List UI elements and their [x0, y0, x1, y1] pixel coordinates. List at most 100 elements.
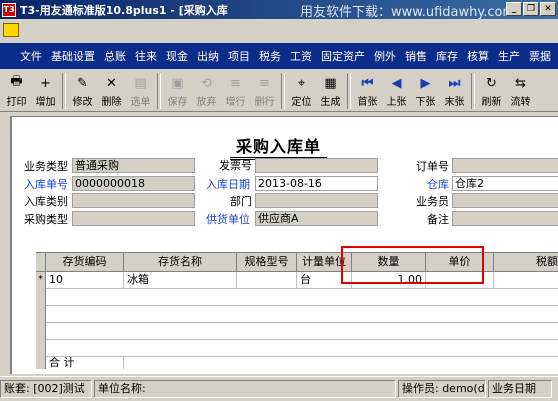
- generate-icon: ▦: [324, 75, 337, 91]
- unit-cell[interactable]: 台: [297, 272, 352, 289]
- table-row[interactable]: [36, 323, 558, 340]
- add-doc-button[interactable]: + 增加: [31, 72, 60, 110]
- window-controls: _ ❐ ✕: [506, 2, 556, 16]
- delete-button[interactable]: ✕ 删除: [97, 72, 126, 110]
- receipt-date-field[interactable]: 2013-08-16: [255, 176, 378, 191]
- delete-row-button[interactable]: ≡ 删行: [250, 72, 279, 110]
- receipt-no-label: 入库单号: [24, 178, 68, 191]
- document-icon[interactable]: [3, 23, 19, 37]
- save-button[interactable]: ▣ 保存: [163, 72, 192, 110]
- invoice-no-field[interactable]: [255, 158, 378, 173]
- toolbar-label: 修改: [72, 97, 93, 108]
- toolbar: 🖶 打印 + 增加 ✎ 修改 ✕ 删除 ▤ 选单 ▣ 保存 ⟲ 放弃 ≡ 增行 ≡ 删行 ⌖ 定位 ▦ 生成 ⏮ 首张 ◀ 上张 ▶…: [0, 72, 558, 112]
- refresh-icon: ↻: [486, 75, 497, 91]
- tax-cell[interactable]: [494, 272, 558, 289]
- row-marker: [36, 357, 46, 369]
- prev-button[interactable]: ◀ 上张: [382, 72, 411, 110]
- toolbar-label: 放弃: [196, 97, 217, 108]
- select-button[interactable]: ▤ 选单: [126, 72, 155, 110]
- menu-item[interactable]: 核算: [467, 48, 489, 64]
- prev-icon: ◀: [391, 75, 402, 91]
- toolbar-label: 首张: [357, 97, 378, 108]
- menu-item[interactable]: 库存: [436, 48, 458, 64]
- menu-item[interactable]: 总账: [104, 48, 126, 64]
- toolbar-label: 删除: [101, 97, 122, 108]
- flow-button[interactable]: ⇆ 流转: [506, 72, 535, 110]
- delete-row-icon: ≡: [259, 75, 270, 91]
- item-name-cell[interactable]: 冰箱: [124, 272, 237, 289]
- minimize-button[interactable]: _: [506, 2, 522, 16]
- menu-item[interactable]: 基础设置: [51, 48, 95, 64]
- menu-item[interactable]: 票据: [529, 48, 551, 64]
- restore-button[interactable]: ❐: [523, 2, 539, 16]
- last-button[interactable]: ⏭ 末张: [440, 72, 469, 110]
- receipt-category-field[interactable]: [72, 193, 195, 208]
- document-title: 采购入库单: [230, 133, 328, 160]
- items-table: 存货编码 存货名称 规格型号 计量单位 数量 单价 税额 * 10 冰箱 台 1…: [36, 252, 558, 369]
- column-header[interactable]: 存货名称: [124, 253, 237, 272]
- table-row[interactable]: [36, 289, 558, 306]
- save-icon: ▣: [171, 75, 184, 91]
- table-row[interactable]: * 10 冰箱 台 1.00: [36, 272, 558, 289]
- next-button[interactable]: ▶ 下张: [411, 72, 440, 110]
- menu-item[interactable]: 生产: [498, 48, 520, 64]
- status-bar: 账套: [002]测试 单位名称: 操作员: demo(de 业务日期: [0, 376, 558, 401]
- supplier-field[interactable]: 供应商A: [255, 211, 378, 226]
- first-button[interactable]: ⏮ 首张: [353, 72, 382, 110]
- business-type-field[interactable]: 普通采购: [72, 158, 195, 173]
- item-code-cell[interactable]: 10: [46, 272, 124, 289]
- department-field[interactable]: [255, 193, 378, 208]
- column-header[interactable]: 数量: [352, 253, 426, 272]
- toolbar-label: 流转: [510, 97, 531, 108]
- add-row-button[interactable]: ≡ 增行: [221, 72, 250, 110]
- toolbar-label: 保存: [167, 97, 188, 108]
- column-header[interactable]: 单价: [426, 253, 494, 272]
- menu-item[interactable]: 往来: [135, 48, 157, 64]
- row-marker: [36, 289, 46, 306]
- order-no-field[interactable]: [452, 158, 558, 173]
- menu-item[interactable]: 项目: [228, 48, 250, 64]
- table-row[interactable]: [36, 306, 558, 323]
- next-icon: ▶: [420, 75, 431, 91]
- column-header[interactable]: 计量单位: [297, 253, 352, 272]
- system-bar: [0, 19, 558, 43]
- generate-button[interactable]: ▦ 生成: [316, 72, 345, 110]
- remark-field[interactable]: [452, 211, 558, 226]
- receipt-date-label: 入库日期: [206, 178, 250, 191]
- menu-item[interactable]: 文件: [20, 48, 42, 64]
- row-marker: [36, 323, 46, 340]
- table-row[interactable]: [36, 340, 558, 357]
- spec-cell[interactable]: [237, 272, 297, 289]
- receipt-no-field[interactable]: 0000000018: [72, 176, 195, 191]
- column-header[interactable]: 存货编码: [46, 253, 124, 272]
- warehouse-field[interactable]: 仓库2: [452, 176, 558, 191]
- printer-button[interactable]: 🖶 打印: [2, 72, 31, 110]
- title-bar: T3 T3-用友通标准版10.8plus1 - [采购入库 用友软件下载：www…: [0, 0, 558, 20]
- discard-button[interactable]: ⟲ 放弃: [192, 72, 221, 110]
- column-header[interactable]: 规格型号: [237, 253, 297, 272]
- unit-name-status: 单位名称:: [94, 380, 396, 398]
- order-no-label: 订单号: [416, 160, 449, 173]
- quantity-cell[interactable]: 1.00: [352, 272, 426, 289]
- close-button[interactable]: ✕: [540, 2, 556, 16]
- toolbar-separator: [347, 73, 351, 109]
- supplier-label: 供货单位: [206, 213, 250, 226]
- menu-item[interactable]: 现金: [166, 48, 188, 64]
- menu-item[interactable]: 出纳: [197, 48, 219, 64]
- menu-item[interactable]: 固定资产: [321, 48, 365, 64]
- menu-item[interactable]: 例外: [374, 48, 396, 64]
- menu-item[interactable]: 销售: [405, 48, 427, 64]
- column-header[interactable]: 税额: [494, 253, 558, 272]
- purchase-type-field[interactable]: [72, 211, 195, 226]
- row-marker: [36, 306, 46, 323]
- delete-icon: ✕: [106, 75, 117, 91]
- refresh-button[interactable]: ↻ 刷新: [477, 72, 506, 110]
- toolbar-label: 选单: [130, 97, 151, 108]
- edit-button[interactable]: ✎ 修改: [68, 72, 97, 110]
- toolbar-label: 刷新: [481, 97, 502, 108]
- salesperson-field[interactable]: [452, 193, 558, 208]
- menu-item[interactable]: 工资: [290, 48, 312, 64]
- locate-button[interactable]: ⌖ 定位: [287, 72, 316, 110]
- price-cell[interactable]: [426, 272, 494, 289]
- menu-item[interactable]: 税务: [259, 48, 281, 64]
